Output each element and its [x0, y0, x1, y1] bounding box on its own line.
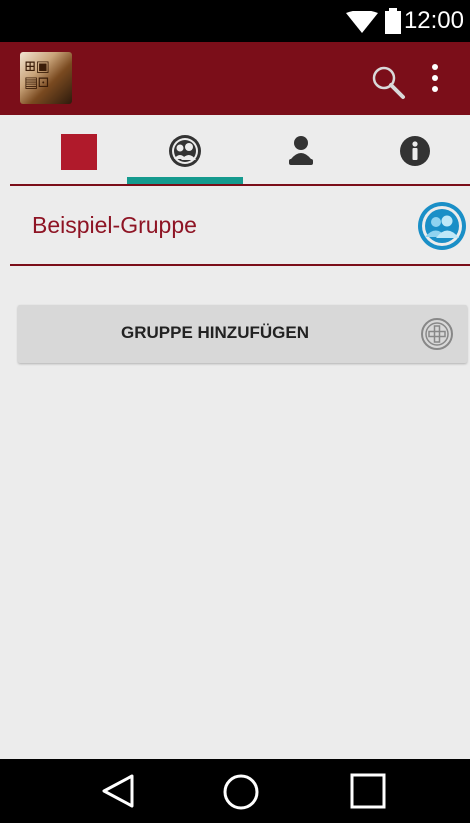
- divider: [10, 264, 470, 266]
- recents-icon[interactable]: [350, 773, 386, 809]
- person-icon: [289, 136, 313, 165]
- tab-groups[interactable]: [127, 115, 244, 186]
- more-vert-icon[interactable]: [425, 64, 445, 94]
- add-group-label: GRUPPE HINZUFÜGEN: [121, 323, 309, 342]
- back-icon[interactable]: [100, 773, 136, 809]
- info-icon: [400, 136, 430, 166]
- tab-bar: [0, 115, 470, 186]
- app-logo-artwork: ⊞▣ ▤⊡: [24, 57, 50, 91]
- app-logo[interactable]: ⊞▣ ▤⊡: [20, 52, 72, 104]
- group-name: Beispiel-Gruppe: [32, 212, 197, 238]
- battery-icon: [385, 8, 401, 34]
- tab-person[interactable]: [243, 115, 360, 186]
- home-icon[interactable]: [222, 773, 260, 811]
- group-avatar-icon[interactable]: [416, 200, 468, 252]
- tab-indicator: [127, 177, 243, 184]
- navigation-bar: [0, 759, 470, 823]
- add-circle-icon: [421, 318, 453, 350]
- list-item[interactable]: Beispiel-Gruppe: [10, 186, 470, 264]
- wifi-icon: [346, 11, 378, 33]
- app-bar: ⊞▣ ▤⊡: [0, 42, 470, 115]
- color-swatch: [61, 134, 97, 170]
- tab-info[interactable]: [353, 115, 470, 186]
- search-icon[interactable]: [370, 64, 406, 100]
- tab-color[interactable]: [10, 115, 127, 186]
- status-time: 12:00: [403, 7, 464, 34]
- status-bar: 12:00: [0, 0, 470, 42]
- group-circle-icon: [169, 135, 201, 167]
- add-group-button[interactable]: GRUPPE HINZUFÜGEN: [18, 305, 467, 363]
